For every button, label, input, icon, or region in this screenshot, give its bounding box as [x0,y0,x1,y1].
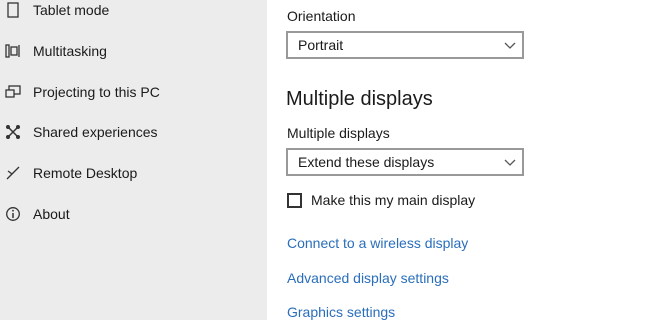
info-icon [5,206,21,222]
sidebar-item-projecting[interactable]: Projecting to this PC [0,72,267,112]
main-display-checkbox-label: Make this my main display [311,192,476,208]
chevron-down-icon [504,42,516,49]
remote-desktop-icon [5,165,21,181]
orientation-value: Portrait [298,37,344,53]
sidebar-item-label: Remote Desktop [33,165,138,181]
advanced-display-settings-link[interactable]: Advanced display settings [287,270,449,286]
orientation-label: Orientation [287,8,356,24]
tablet-mode-icon [5,2,21,18]
sidebar-item-label: About [33,206,70,222]
shared-experiences-icon [5,124,21,140]
main-panel: Orientation Portrait Multiple displays M… [267,0,646,320]
sidebar-item-label: Tablet mode [33,2,110,18]
projecting-icon [5,84,21,100]
sidebar-item-shared-experiences[interactable]: Shared experiences [0,112,267,152]
settings-window: Tablet mode Multitasking Projecting to t… [0,0,646,320]
section-title: Multiple displays [286,88,433,110]
multiple-displays-label: Multiple displays [287,125,390,141]
sidebar-item-label: Projecting to this PC [33,84,160,100]
multiple-displays-value: Extend these displays [298,154,435,170]
sidebar-item-label: Shared experiences [33,124,158,140]
connect-wireless-display-link[interactable]: Connect to a wireless display [287,235,468,251]
orientation-dropdown[interactable]: Portrait [286,31,524,59]
sidebar-item-remote-desktop[interactable]: Remote Desktop [0,153,267,193]
chevron-down-icon [504,159,516,166]
graphics-settings-link[interactable]: Graphics settings [287,304,395,320]
sidebar-item-label: Multitasking [33,43,107,59]
sidebar: Tablet mode Multitasking Projecting to t… [0,0,267,320]
sidebar-item-multitasking[interactable]: Multitasking [0,31,267,71]
multitasking-icon [5,43,21,59]
sidebar-item-tablet-mode[interactable]: Tablet mode [0,0,267,30]
sidebar-item-about[interactable]: About [0,194,267,234]
multiple-displays-dropdown[interactable]: Extend these displays [286,148,524,176]
main-display-checkbox-row[interactable]: Make this my main display [287,190,475,210]
main-display-checkbox[interactable] [287,192,302,208]
